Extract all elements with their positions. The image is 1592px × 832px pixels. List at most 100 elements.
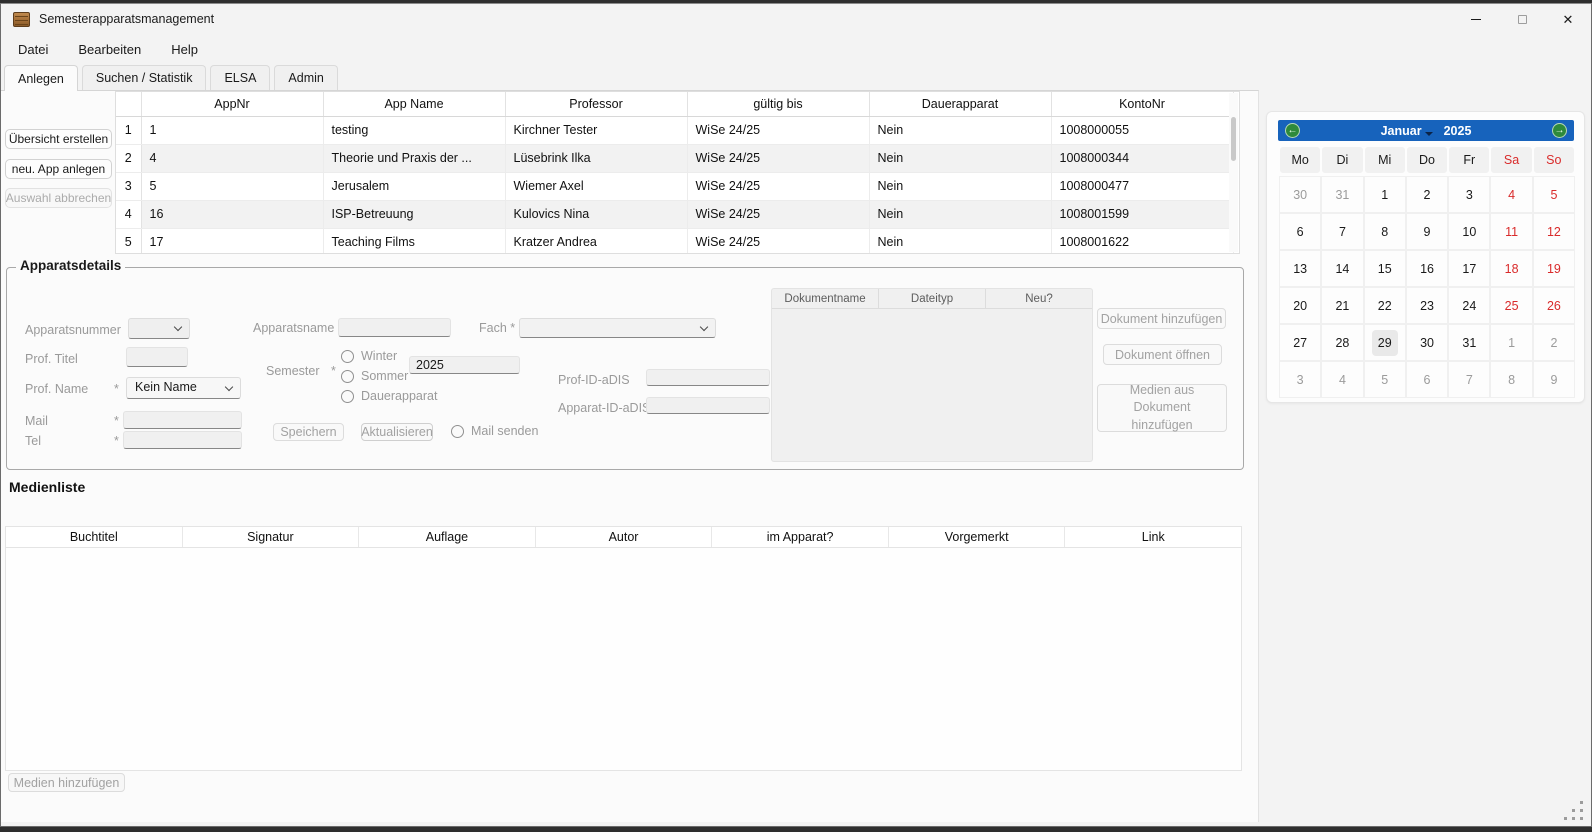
sidebar-button-übersicht-erstellen[interactable]: Übersicht erstellen — [5, 129, 112, 149]
mail-senden-checkbox[interactable]: Mail senden — [451, 424, 538, 438]
calendar-title[interactable]: Januar 2025 — [1381, 124, 1472, 138]
calendar-day-cell[interactable]: 8 — [1364, 213, 1406, 250]
apps-header-dauerapparat[interactable]: Dauerapparat — [869, 92, 1051, 116]
calendar-day-cell[interactable]: 27 — [1279, 324, 1321, 361]
medien-aus-dokument-button[interactable]: Medien aus Dokument hinzufügen — [1097, 384, 1227, 432]
table-cell[interactable]: Nein — [869, 172, 1051, 200]
calendar-day-cell[interactable]: 21 — [1321, 287, 1363, 324]
table-cell[interactable]: 1 — [141, 116, 323, 144]
calendar-day-cell[interactable]: 4 — [1490, 176, 1532, 213]
calendar-day-cell[interactable]: 7 — [1321, 213, 1363, 250]
table-cell[interactable]: Jerusalem — [323, 172, 505, 200]
calendar-day-cell[interactable]: 24 — [1448, 287, 1490, 324]
calendar-day-cell[interactable]: 13 — [1279, 250, 1321, 287]
table-cell[interactable]: WiSe 24/25 — [687, 144, 869, 172]
scrollbar-thumb[interactable] — [1231, 117, 1236, 161]
table-cell[interactable]: ISP-Betreuung — [323, 200, 505, 228]
apps-header-kontonr[interactable]: KontoNr — [1051, 92, 1233, 116]
table-row[interactable]: 11testingKirchner TesterWiSe 24/25Nein10… — [116, 116, 1233, 144]
menu-item-datei[interactable]: Datei — [7, 38, 59, 61]
table-cell[interactable]: 1008000344 — [1051, 144, 1233, 172]
semester-radio-sommer[interactable]: Sommer — [341, 369, 408, 383]
minimize-button[interactable] — [1453, 4, 1499, 34]
calendar-day-cell[interactable]: 3 — [1448, 176, 1490, 213]
medienliste-header-vorgemerkt[interactable]: Vorgemerkt — [889, 527, 1066, 547]
table-cell[interactable]: Wiemer Axel — [505, 172, 687, 200]
table-cell[interactable]: Nein — [869, 200, 1051, 228]
calendar-day-cell[interactable]: 5 — [1364, 361, 1406, 398]
table-cell[interactable]: Lüsebrink Ilka — [505, 144, 687, 172]
calendar-day-cell[interactable]: 31 — [1448, 324, 1490, 361]
sidebar-button-neu-app-anlegen[interactable]: neu. App anlegen — [5, 159, 112, 179]
table-cell[interactable]: 1008001599 — [1051, 200, 1233, 228]
calendar-day-cell[interactable]: 20 — [1279, 287, 1321, 324]
documents-header-dateityp[interactable]: Dateityp — [879, 289, 986, 308]
calendar-day-cell[interactable]: 3 — [1279, 361, 1321, 398]
semester-radio-dauerapparat[interactable]: Dauerapparat — [341, 389, 437, 403]
calendar-next-month-button[interactable]: → — [1552, 123, 1567, 138]
medien-hinzufuegen-button[interactable]: Medien hinzufügen — [8, 773, 125, 792]
prof-id-adis-input[interactable] — [646, 369, 770, 386]
calendar-day-cell[interactable]: 9 — [1406, 213, 1448, 250]
maximize-button[interactable] — [1499, 4, 1545, 34]
table-cell[interactable]: Teaching Films — [323, 228, 505, 254]
calendar-prev-month-button[interactable]: ← — [1285, 123, 1300, 138]
dokument-hinzufuegen-button[interactable]: Dokument hinzufügen — [1097, 308, 1226, 329]
close-button[interactable]: ✕ — [1545, 4, 1591, 34]
calendar-day-cell[interactable]: 5 — [1533, 176, 1575, 213]
table-row[interactable]: 517Teaching FilmsKratzer AndreaWiSe 24/2… — [116, 228, 1233, 254]
calendar-day-cell[interactable]: 28 — [1321, 324, 1363, 361]
table-cell[interactable]: WiSe 24/25 — [687, 228, 869, 254]
semester-year-input[interactable] — [409, 356, 520, 374]
calendar-day-cell[interactable]: 22 — [1364, 287, 1406, 324]
table-cell[interactable]: Kratzer Andrea — [505, 228, 687, 254]
table-cell[interactable]: 4 — [141, 144, 323, 172]
sidebar-button-auswahl-abbrechen[interactable]: Auswahl abbrechen — [5, 188, 112, 208]
table-cell[interactable]: Nein — [869, 228, 1051, 254]
calendar-day-cell[interactable]: 31 — [1321, 176, 1363, 213]
apps-header-app-name[interactable]: App Name — [323, 92, 505, 116]
table-cell[interactable]: WiSe 24/25 — [687, 172, 869, 200]
table-cell[interactable]: Nein — [869, 144, 1051, 172]
resize-grip[interactable] — [1580, 801, 1583, 804]
apparatsname-input[interactable] — [338, 318, 451, 337]
calendar-day-cell[interactable]: 25 — [1490, 287, 1532, 324]
tab-anlegen[interactable]: Anlegen — [4, 65, 78, 91]
aktualisieren-button[interactable]: Aktualisieren — [361, 423, 433, 441]
calendar-day-cell[interactable]: 19 — [1533, 250, 1575, 287]
calendar-day-cell[interactable]: 4 — [1321, 361, 1363, 398]
calendar-day-cell[interactable]: 12 — [1533, 213, 1575, 250]
table-row[interactable]: 416ISP-BetreuungKulovics NinaWiSe 24/25N… — [116, 200, 1233, 228]
apparat-id-adis-input[interactable] — [646, 397, 770, 414]
table-cell[interactable]: 1008000055 — [1051, 116, 1233, 144]
medienliste-header-im-apparat[interactable]: im Apparat? — [712, 527, 889, 547]
calendar-day-cell[interactable]: 8 — [1490, 361, 1532, 398]
calendar-day-cell[interactable]: 16 — [1406, 250, 1448, 287]
fach-combo[interactable] — [519, 318, 716, 338]
tab-admin[interactable]: Admin — [274, 65, 337, 90]
calendar-day-cell[interactable]: 11 — [1490, 213, 1532, 250]
calendar-day-cell[interactable]: 1 — [1490, 324, 1532, 361]
menu-item-help[interactable]: Help — [160, 38, 209, 61]
mail-input[interactable] — [123, 411, 242, 429]
documents-header-dokumentname[interactable]: Dokumentname — [772, 289, 879, 308]
prof-name-combo[interactable]: Kein Name — [126, 377, 241, 399]
table-cell[interactable]: 1008001622 — [1051, 228, 1233, 254]
calendar-day-cell[interactable]: 26 — [1533, 287, 1575, 324]
calendar-day-cell[interactable]: 10 — [1448, 213, 1490, 250]
tab-elsa[interactable]: ELSA — [210, 65, 270, 90]
dokument-oeffnen-button[interactable]: Dokument öffnen — [1103, 344, 1222, 365]
documents-list[interactable]: DokumentnameDateitypNeu? — [771, 288, 1093, 462]
calendar-day-cell[interactable]: 2 — [1533, 324, 1575, 361]
medienliste-table[interactable]: BuchtitelSignaturAuflageAutorim Apparat?… — [5, 526, 1242, 771]
menu-item-bearbeiten[interactable]: Bearbeiten — [67, 38, 152, 61]
apps-header-gültig-bis[interactable]: gültig bis — [687, 92, 869, 116]
calendar-day-cell[interactable]: 1 — [1364, 176, 1406, 213]
apps-header-professor[interactable]: Professor — [505, 92, 687, 116]
table-cell[interactable]: Kulovics Nina — [505, 200, 687, 228]
calendar-day-cell[interactable]: 30 — [1279, 176, 1321, 213]
table-row[interactable]: 35JerusalemWiemer AxelWiSe 24/25Nein1008… — [116, 172, 1233, 200]
medienliste-header-auflage[interactable]: Auflage — [359, 527, 536, 547]
calendar-day-cell[interactable]: 9 — [1533, 361, 1575, 398]
medienliste-header-signatur[interactable]: Signatur — [183, 527, 360, 547]
